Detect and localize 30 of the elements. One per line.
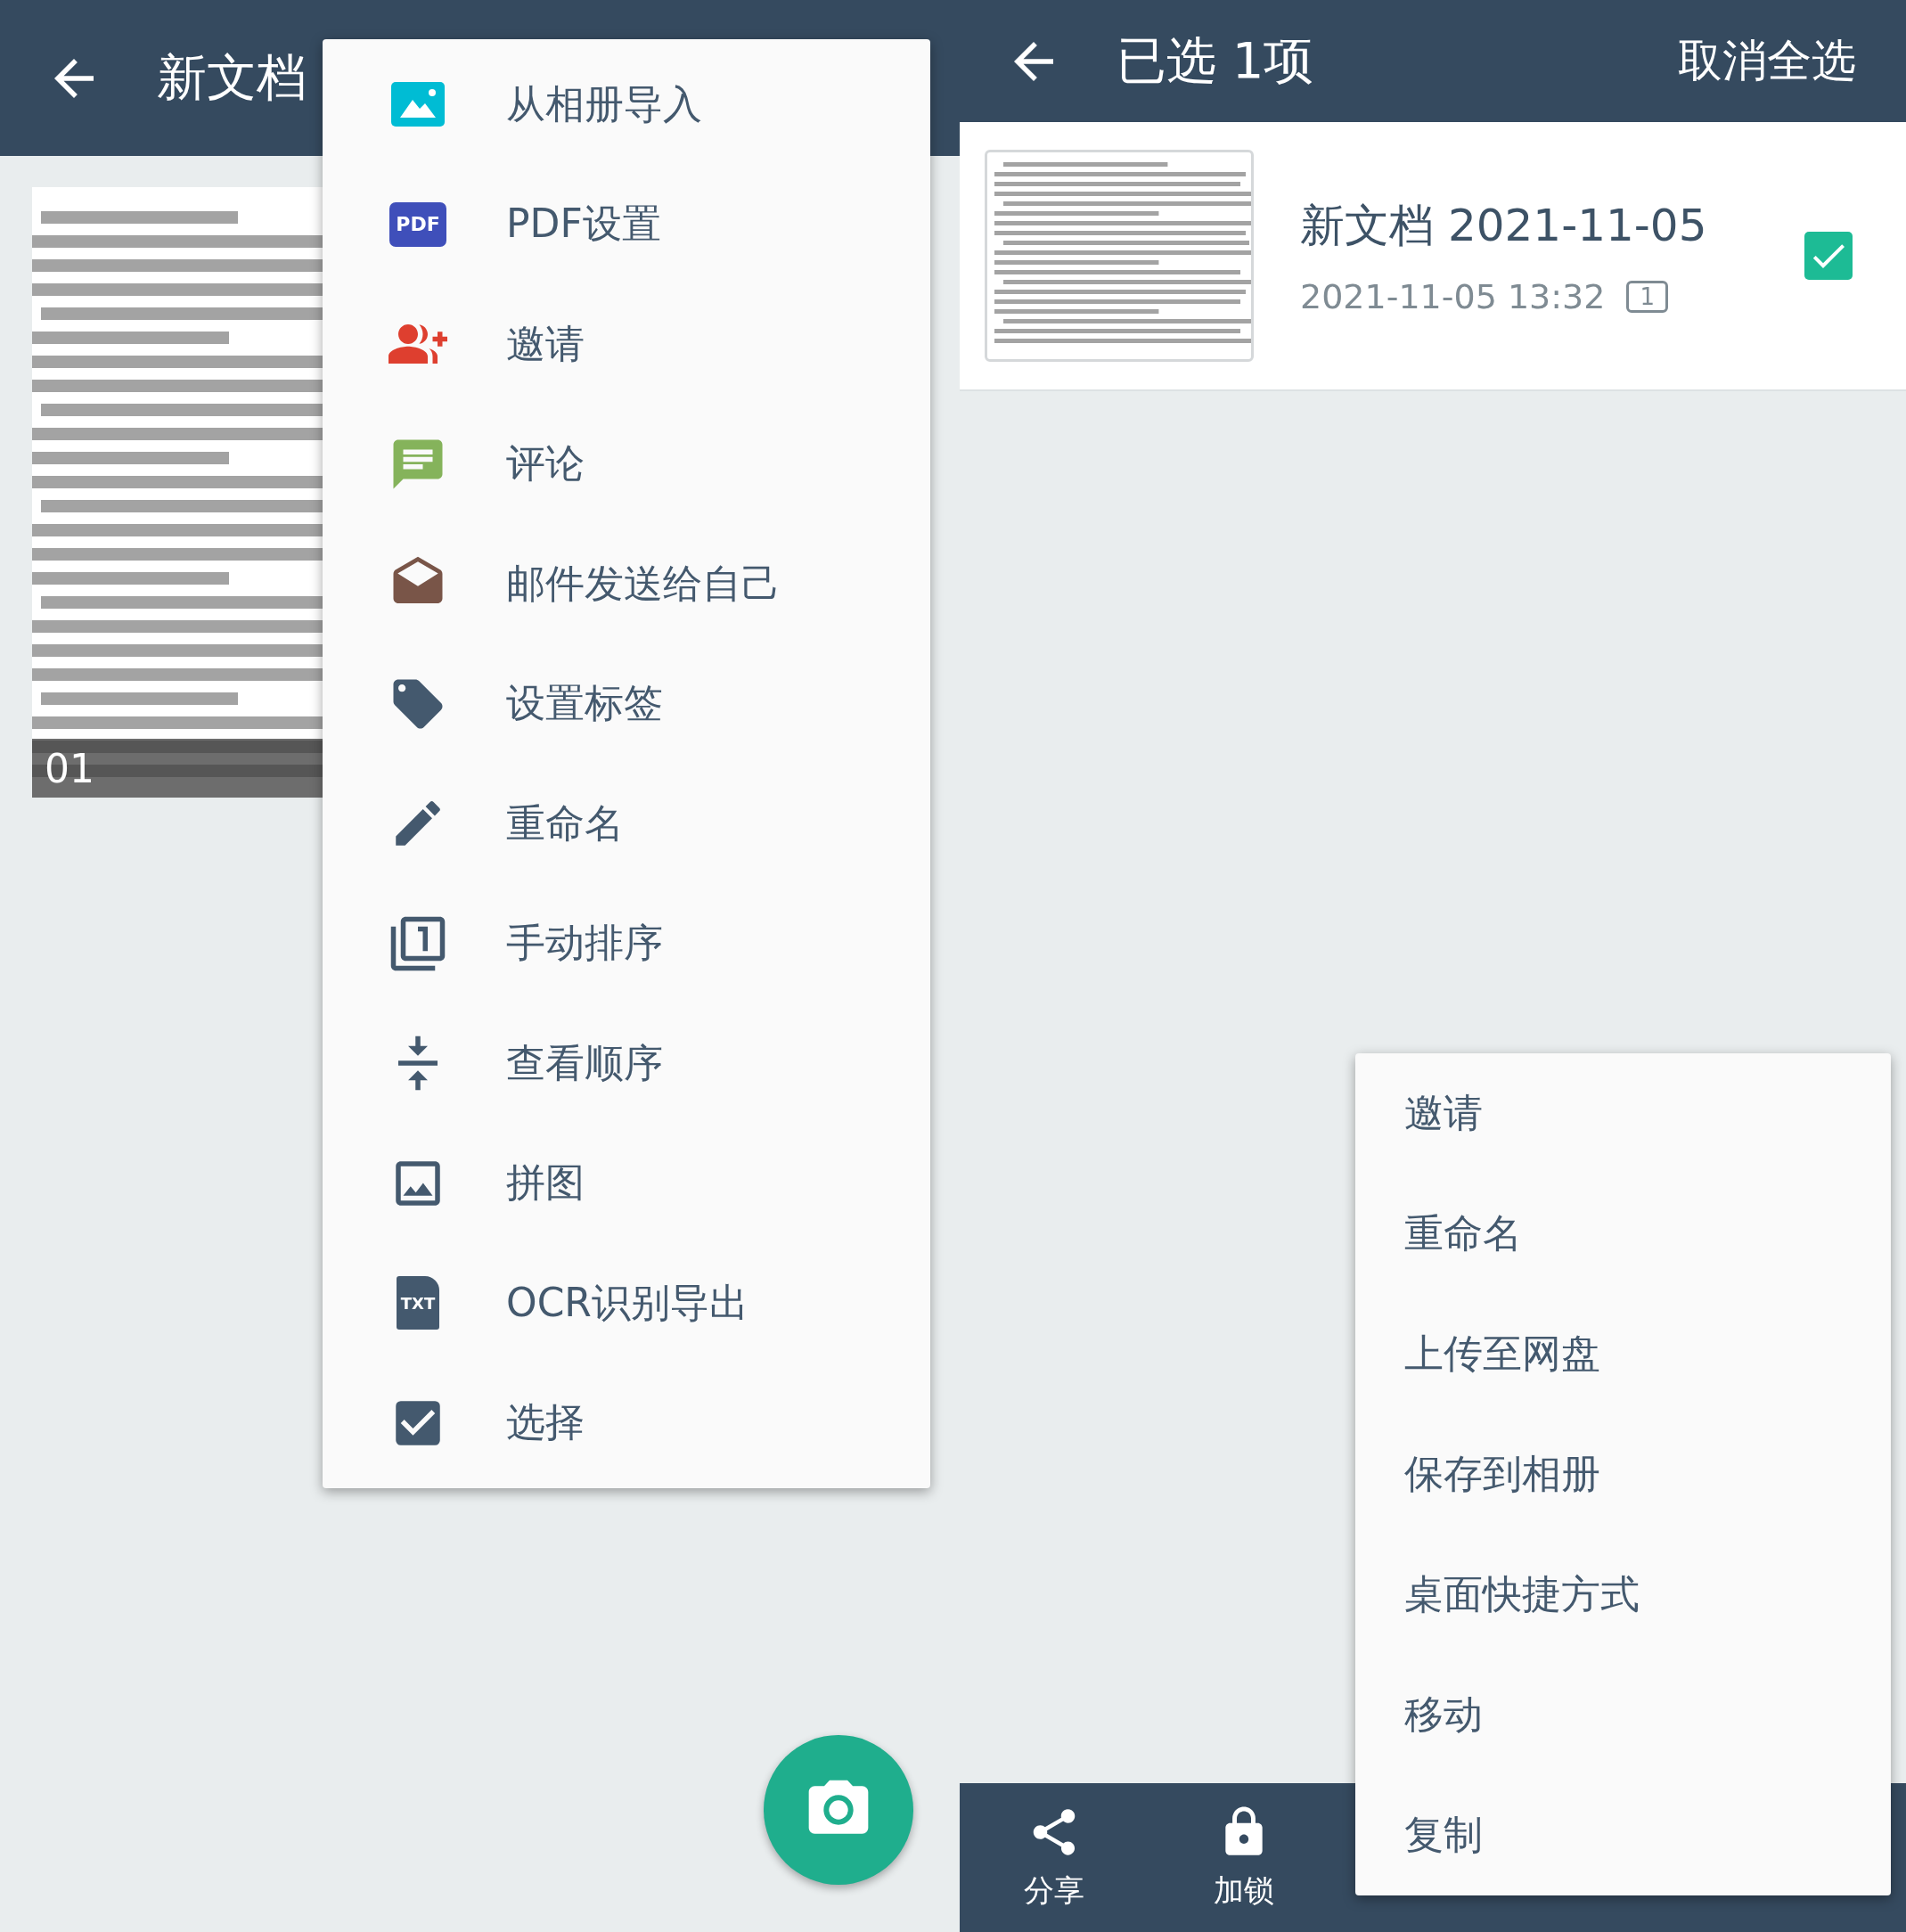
image-icon (391, 82, 445, 127)
menu-item[interactable]: 移动 (1355, 1655, 1891, 1775)
menu-item[interactable]: 邀请 (1355, 1053, 1891, 1174)
menu-item[interactable]: 复制 (1355, 1775, 1891, 1895)
selection-count: 已选 1项 (1117, 29, 1314, 91)
menu-item[interactable]: 查看顺序 (323, 1003, 930, 1124)
menu-item[interactable]: 重命名 (1355, 1174, 1891, 1294)
pdf-icon: PDF (389, 201, 446, 247)
page-count: 1 (1626, 280, 1668, 313)
menu-item[interactable]: 桌面快捷方式 (1355, 1535, 1891, 1655)
menu-item[interactable]: 手动排序 (323, 883, 930, 1003)
document-date: 2021-11-05 13:32 (1300, 276, 1606, 316)
menu-item[interactable]: 邀请 (323, 284, 930, 405)
document-title: 新文档 2021-11-05 (1300, 198, 1708, 253)
menu-item[interactable]: 评论 (323, 404, 930, 524)
txt-file-icon: TXT (397, 1276, 439, 1330)
menu-item[interactable]: 从相册导入 (323, 45, 930, 165)
menu-item[interactable]: 邮件发送给自己 (323, 524, 930, 644)
menu-item[interactable]: 保存到相册 (1355, 1414, 1891, 1535)
app-bar-title: 新文档 (157, 46, 307, 108)
checkbox[interactable] (1804, 232, 1853, 280)
document-card[interactable]: 新文档 2021-11-05 2021-11-05 13:32 1 (960, 122, 1906, 391)
toolbar-tab[interactable]: 分享 (960, 1783, 1149, 1932)
menu-item[interactable]: 选择 (323, 1363, 930, 1483)
menu-item[interactable]: 拼图 (323, 1123, 930, 1243)
menu-item[interactable]: 上传至网盘 (1355, 1294, 1891, 1414)
menu-item[interactable]: PDF PDF设置 (323, 164, 930, 284)
menu-item[interactable]: TXT OCR识别导出 (323, 1243, 930, 1363)
toolbar-tab[interactable]: 加锁 (1149, 1783, 1338, 1932)
deselect-all-link[interactable]: 取消全选 (1678, 31, 1856, 91)
